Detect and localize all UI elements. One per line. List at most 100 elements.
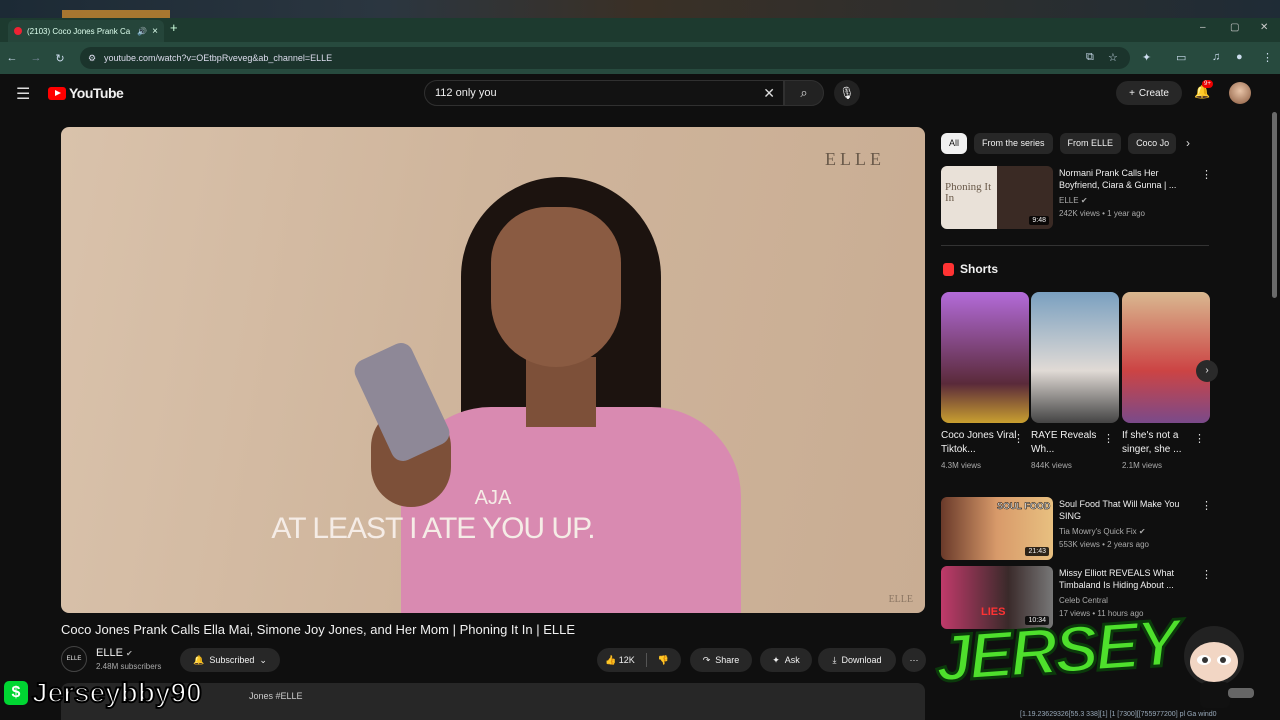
youtube-play-icon	[48, 86, 66, 100]
short-title[interactable]: If she's not a singer, she ...	[1122, 429, 1200, 457]
rec-more-icon[interactable]: ⋮	[1201, 168, 1212, 181]
profile-icon[interactable]: ●	[1236, 51, 1243, 63]
chevron-right-icon[interactable]: ›	[1186, 136, 1190, 150]
short-views: 2.1M views	[1122, 461, 1163, 470]
short-title[interactable]: Coco Jones Viral Tiktok...	[941, 429, 1019, 457]
chip-all[interactable]: All	[941, 133, 968, 154]
menu-icon[interactable]: ☰	[16, 84, 30, 104]
short-more-icon[interactable]: ⋮	[1013, 432, 1024, 445]
maximize-button[interactable]: ▢	[1230, 22, 1239, 33]
thumb-text: SOUL FOOD	[997, 501, 1051, 512]
site-info-icon[interactable]: ⚙	[88, 53, 96, 64]
search-input[interactable]: 112 only you ✕	[424, 80, 784, 106]
short-thumbnail-3[interactable]	[1122, 292, 1210, 423]
search-value: 112 only you	[435, 87, 497, 99]
short-thumbnail-1[interactable]	[941, 292, 1029, 423]
more-actions-button[interactable]: ⋯	[902, 648, 926, 672]
shorts-next-button[interactable]: ›	[1196, 360, 1218, 382]
youtube-header: ☰ YouTube 112 only you ✕ ⌕ 🎙 + Create 🔔 …	[0, 74, 1280, 112]
close-window-button[interactable]: ✕	[1260, 22, 1268, 33]
subscriber-count: 2.48M subscribers	[96, 662, 162, 671]
browser-tab[interactable]: (2103) Coco Jones Prank Ca 🔊 ×	[8, 20, 164, 42]
jersey-logo-overlay: JERSEY	[931, 603, 1181, 697]
dislike-button[interactable]: 👎	[658, 655, 669, 666]
like-button[interactable]: 👍 12K	[605, 655, 635, 666]
filter-chips: All From the series From ELLE Coco Jo	[941, 133, 1177, 154]
voice-search-button[interactable]: 🎙	[834, 80, 860, 106]
ask-button[interactable]: ✦ Ask	[760, 648, 812, 672]
tab-bar: (2103) Coco Jones Prank Ca 🔊 × + – ▢ ✕	[0, 18, 1280, 42]
subscribed-label: Subscribed	[209, 655, 255, 665]
short-title[interactable]: RAYE Reveals Wh...	[1031, 429, 1109, 457]
reload-icon[interactable]: ↻	[48, 52, 72, 65]
rec-meta: 553K views • 2 years ago	[1059, 540, 1149, 549]
player-watermark: ELLE	[825, 149, 885, 169]
channel-name[interactable]: ELLE ✔	[96, 647, 133, 659]
streamer-name: Jerseybby90	[31, 676, 203, 709]
description-snippet: Jones #ELLE	[249, 691, 303, 701]
youtube-favicon-icon	[14, 27, 22, 35]
back-icon[interactable]: ←	[0, 52, 24, 64]
short-views: 4.3M views	[941, 461, 982, 470]
video-frame-person	[331, 177, 751, 613]
bell-icon: 🔔	[193, 654, 205, 665]
browser-menu-icon[interactable]: ⋮	[1262, 51, 1273, 64]
chip-coco-jones[interactable]: Coco Jo	[1128, 133, 1177, 154]
caption-line: AT LEAST I ATE YOU UP.	[271, 512, 595, 545]
new-tab-button[interactable]: +	[170, 20, 178, 35]
verified-icon: ✔	[125, 649, 133, 658]
extensions-icon[interactable]: ✦	[1142, 51, 1151, 64]
short-views: 844K views	[1031, 461, 1072, 470]
side-panel-icon[interactable]: ▭	[1176, 51, 1186, 64]
forward-icon[interactable]: →	[24, 52, 48, 64]
address-bar-row: ← → ↻ ⚙ youtube.com/watch?v=OEtbpRveveg&…	[0, 42, 1280, 74]
plus-icon: +	[1129, 87, 1135, 99]
account-avatar[interactable]	[1229, 82, 1251, 104]
rec-video-1[interactable]: Phoning It In 9:48 Normani Prank Calls H…	[941, 166, 1212, 230]
short-more-icon[interactable]: ⋮	[1194, 432, 1205, 445]
video-title: Coco Jones Prank Calls Ella Mai, Simone …	[61, 622, 575, 637]
status-text: [1.19.23629326[55.3 338][1] [1 [7300][[7…	[1020, 711, 1217, 718]
minimize-button[interactable]: –	[1200, 22, 1206, 33]
rec-channel: Celeb Central	[1059, 596, 1108, 605]
tab-title: (2103) Coco Jones Prank Ca	[27, 26, 131, 36]
download-button[interactable]: ⤓ Download	[818, 648, 896, 672]
rec-more-icon[interactable]: ⋮	[1201, 568, 1212, 581]
subscribed-button[interactable]: 🔔 Subscribed ⌄	[180, 648, 280, 672]
notifications-button[interactable]: 🔔 9+	[1194, 80, 1213, 100]
corner-watermark: ELLE	[888, 594, 913, 605]
close-tab-icon[interactable]: ×	[152, 26, 158, 37]
share-button[interactable]: ↷ Share	[690, 648, 752, 672]
verified-icon: ✔	[1138, 527, 1146, 536]
audio-icon[interactable]: 🔊	[137, 27, 147, 36]
scrollbar-thumb[interactable]	[1272, 112, 1277, 298]
rec-title: Soul Food That Will Make You SING	[1059, 499, 1180, 521]
window-badge	[62, 10, 170, 18]
media-control-icon[interactable]: ♫	[1212, 51, 1220, 63]
rec-title: Normani Prank Calls Her Boyfriend, Ciara…	[1059, 168, 1177, 190]
rec-thumbnail[interactable]: Phoning It In 9:48	[941, 166, 1053, 229]
video-player[interactable]: ELLE AJA AT LEAST I ATE YOU UP. ELLE	[61, 127, 925, 613]
divider	[941, 245, 1209, 246]
create-button[interactable]: + Create	[1116, 81, 1182, 105]
rec-duration: 21:43	[1025, 547, 1049, 556]
url-field[interactable]: ⚙ youtube.com/watch?v=OEtbpRveveg&ab_cha…	[80, 47, 1130, 69]
bookmark-star-icon[interactable]: ☆	[1108, 51, 1118, 64]
chevron-right-icon: ›	[1205, 365, 1209, 376]
channel-avatar[interactable]: ELLE	[61, 646, 87, 672]
share-label: Share	[715, 655, 740, 665]
short-more-icon[interactable]: ⋮	[1103, 432, 1114, 445]
chip-from-elle[interactable]: From ELLE	[1059, 133, 1122, 154]
short-thumbnail-2[interactable]	[1031, 292, 1119, 423]
rec-channel: Tia Mowry's Quick Fix ✔	[1059, 527, 1146, 536]
youtube-logo[interactable]: YouTube	[48, 85, 124, 101]
create-label: Create	[1138, 87, 1169, 99]
install-app-icon[interactable]: ⧉	[1086, 51, 1094, 64]
chip-from-series[interactable]: From the series	[974, 133, 1053, 154]
rec-thumbnail[interactable]: SOUL FOOD 21:43	[941, 497, 1053, 560]
rec-video-2[interactable]: SOUL FOOD 21:43 Soul Food That Will Make…	[941, 497, 1212, 561]
ask-label: Ask	[784, 655, 800, 665]
clear-search-icon[interactable]: ✕	[763, 85, 775, 102]
search-button[interactable]: ⌕	[784, 80, 824, 106]
rec-more-icon[interactable]: ⋮	[1201, 499, 1212, 512]
